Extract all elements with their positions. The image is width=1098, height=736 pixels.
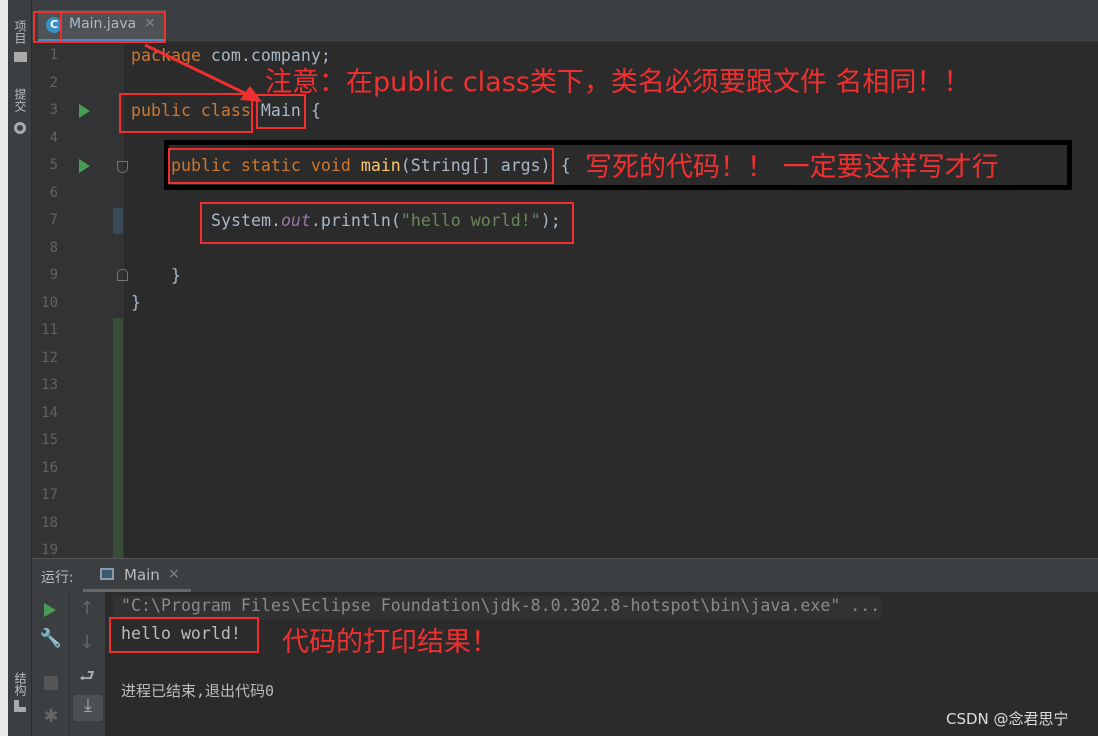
stop-icon[interactable] [44, 676, 58, 690]
line-number: 2 [49, 74, 58, 91]
annotation-arrow [144, 43, 262, 102]
line-number: 18 [41, 514, 58, 531]
console-icon [100, 568, 114, 580]
fold-end-icon[interactable] [117, 269, 128, 281]
line-number: 1 [49, 47, 58, 63]
background-window-edge [0, 0, 8, 736]
code-line-9: } [171, 266, 181, 285]
project-tool-button[interactable]: 项目 [12, 20, 29, 44]
structure-icon [14, 700, 26, 712]
annotation-box-filename [60, 11, 166, 43]
line-number: 4 [49, 129, 58, 146]
line-number: 3 [49, 102, 58, 118]
run-tab-close-icon[interactable]: × [168, 566, 180, 582]
title-bar [32, 0, 1098, 10]
line-number: 7 [49, 212, 58, 228]
line-number: 10 [41, 294, 58, 311]
run-panel-header: 运行: Main × [32, 559, 1098, 592]
commit-tool-button[interactable]: 提交 [12, 88, 29, 112]
line-number: 17 [41, 487, 58, 503]
line-number: 8 [49, 239, 58, 256]
editor-tab-bar [32, 10, 1098, 42]
folder-icon [14, 52, 27, 62]
watermark: CSDN @念君思宁 [946, 710, 1069, 728]
annotation-box-main [168, 148, 554, 184]
commit-icon [14, 122, 26, 134]
line-number: 15 [41, 432, 58, 448]
line-number: 12 [41, 349, 58, 366]
annotation-box-println [200, 202, 574, 244]
rerun-icon[interactable] [44, 603, 56, 617]
line-number: 9 [49, 267, 58, 283]
run-main-icon[interactable] [79, 159, 90, 173]
line-number: 13 [41, 377, 58, 393]
line-number: 16 [41, 459, 58, 476]
down-arrow-icon[interactable]: ↓ [72, 632, 102, 653]
run-toolbar: 🔧 ✱ [32, 592, 70, 736]
soft-wrap-icon[interactable]: ⮐ [72, 664, 102, 694]
scroll-to-end-icon[interactable]: ⤓ [73, 695, 103, 721]
line-number: 14 [41, 404, 58, 421]
annotation-output-note: 代码的打印结果！ [282, 627, 498, 658]
debug-icon[interactable]: ✱ [36, 706, 66, 727]
line-number: 11 [41, 322, 58, 338]
annotation-class-note: 注意：在public class类下，类名必须要跟文件 名相同！！ [265, 67, 971, 98]
structure-tool-button[interactable]: 结构 [12, 672, 29, 696]
line-number: 19 [41, 542, 58, 558]
up-arrow-icon[interactable]: ↑ [72, 598, 102, 619]
annotation-box-output [109, 617, 259, 653]
console-exit-message: 进程已结束,退出代码0 [121, 682, 275, 700]
line-number: 5 [49, 157, 58, 173]
line-number: 6 [49, 184, 58, 201]
added-lines-marker [113, 318, 123, 558]
console-toolbar: ↑ ↓ ⮐ ⤓ [70, 592, 105, 736]
fold-icon[interactable] [117, 161, 128, 173]
run-class-icon[interactable] [79, 104, 90, 118]
run-label: 运行: [41, 570, 74, 586]
wrench-icon[interactable]: 🔧 [36, 628, 66, 649]
annotation-main-note: 写死的代码！！ 一定要这样写才行 [585, 152, 999, 183]
change-marker [113, 208, 123, 234]
code-line-10: } [131, 293, 141, 312]
run-tab-label[interactable]: Main [124, 566, 160, 584]
